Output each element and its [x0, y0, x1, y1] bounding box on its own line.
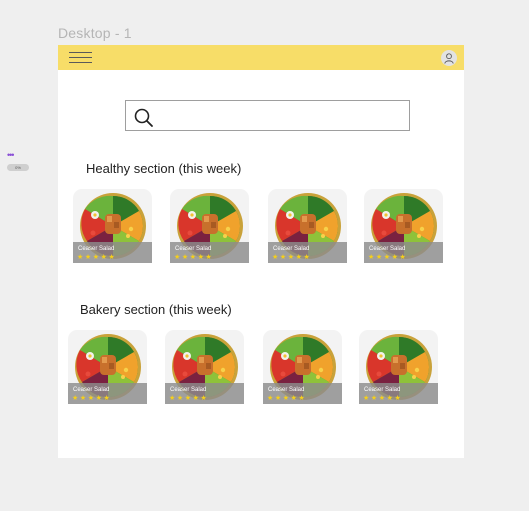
user-avatar-icon[interactable]: [441, 50, 457, 66]
food-card-rating-stars: ★★★★★: [72, 395, 112, 402]
food-card-rating-stars: ★★★★★: [169, 395, 209, 402]
zoom-pill[interactable]: 0%: [7, 164, 29, 171]
food-card-name: Ceaser Salad: [78, 246, 115, 252]
food-card-rating-stars: ★★★★★: [363, 395, 403, 402]
food-card[interactable]: Ceaser Salad ★★★★★: [170, 189, 249, 263]
food-card-name: Ceaser Salad: [170, 387, 207, 393]
food-card[interactable]: Ceaser Salad ★★★★★: [364, 189, 443, 263]
food-card[interactable]: Ceaser Salad ★★★★★: [359, 330, 438, 404]
hamburger-menu-icon[interactable]: [69, 52, 92, 64]
food-card-info: Ceaser Salad ★★★★★: [68, 383, 147, 404]
food-card[interactable]: Ceaser Salad ★★★★★: [268, 189, 347, 263]
top-bar: [58, 45, 464, 70]
food-card-rating-stars: ★★★★★: [174, 254, 214, 261]
search-bar[interactable]: [125, 100, 410, 131]
food-card-info: Ceaser Salad ★★★★★: [364, 242, 443, 263]
food-card-info: Ceaser Salad ★★★★★: [359, 383, 438, 404]
food-card-info: Ceaser Salad ★★★★★: [170, 242, 249, 263]
food-card-name: Ceaser Salad: [73, 387, 110, 393]
food-card[interactable]: Ceaser Salad ★★★★★: [165, 330, 244, 404]
food-card-name: Ceaser Salad: [268, 387, 305, 393]
food-card-info: Ceaser Salad ★★★★★: [73, 242, 152, 263]
food-card[interactable]: Ceaser Salad ★★★★★: [73, 189, 152, 263]
more-dots-icon[interactable]: •••: [7, 150, 15, 160]
food-card-info: Ceaser Salad ★★★★★: [165, 383, 244, 404]
food-card-info: Ceaser Salad ★★★★★: [268, 242, 347, 263]
food-card-rating-stars: ★★★★★: [368, 254, 408, 261]
food-card-rating-stars: ★★★★★: [272, 254, 312, 261]
food-card-name: Ceaser Salad: [364, 387, 401, 393]
food-card-rating-stars: ★★★★★: [77, 254, 117, 261]
food-card-name: Ceaser Salad: [175, 246, 212, 252]
frame-label: Desktop - 1: [58, 25, 132, 41]
food-card-name: Ceaser Salad: [273, 246, 310, 252]
healthy-section-title: Healthy section (this week): [86, 161, 242, 176]
food-card[interactable]: Ceaser Salad ★★★★★: [68, 330, 147, 404]
bakery-section-title: Bakery section (this week): [80, 302, 232, 317]
food-card-name: Ceaser Salad: [369, 246, 406, 252]
food-card-info: Ceaser Salad ★★★★★: [263, 383, 342, 404]
desktop-frame: Healthy section (this week) Bakery secti…: [58, 45, 464, 458]
food-card-rating-stars: ★★★★★: [267, 395, 307, 402]
search-icon[interactable]: [134, 108, 154, 133]
food-card[interactable]: Ceaser Salad ★★★★★: [263, 330, 342, 404]
